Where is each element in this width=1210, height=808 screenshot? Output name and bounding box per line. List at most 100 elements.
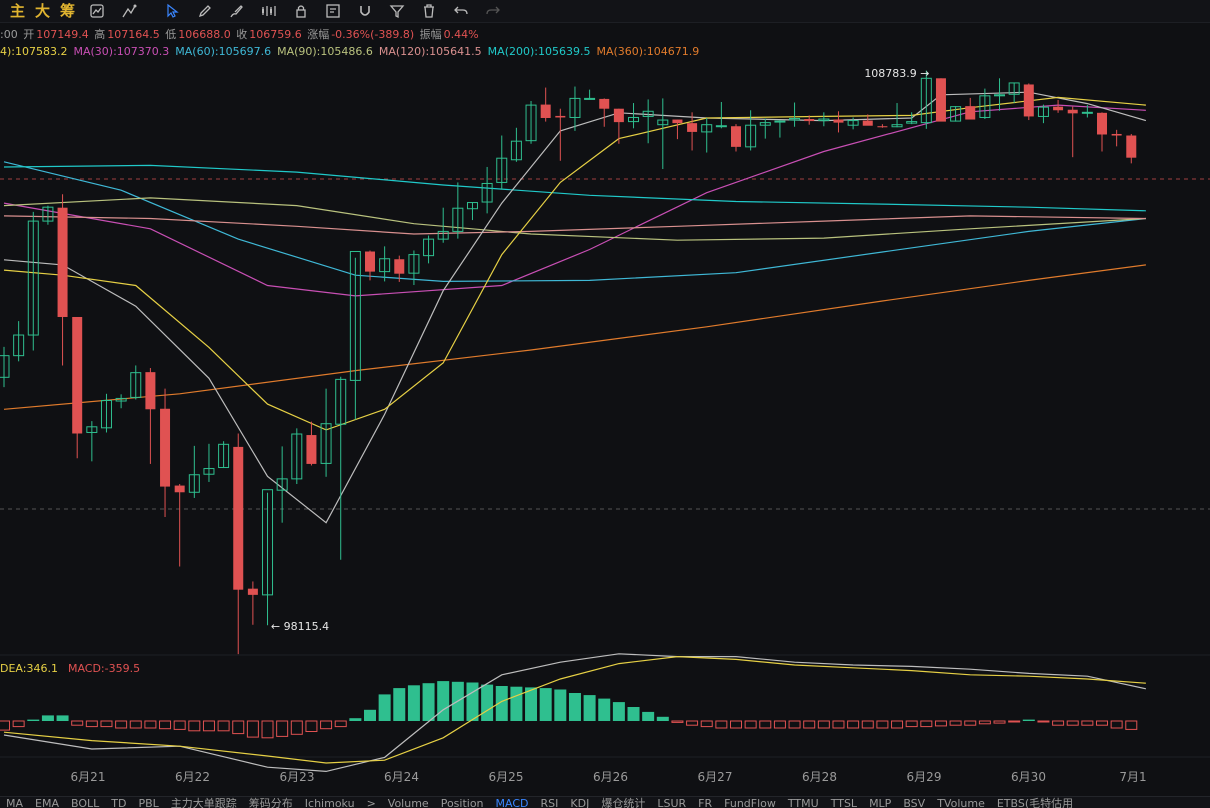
x-tick-label: 6月30 <box>1011 770 1046 784</box>
high-price-label: 108783.9 → <box>864 67 929 80</box>
macd-bar <box>686 720 699 726</box>
indicator-tab-bar: MA EMA BOLL TD PBL 主力大单跟踪 筹码分布 Ichimoku > Volume P… <box>0 796 1210 808</box>
macd-bar <box>642 711 655 721</box>
macd-bar <box>1066 720 1079 726</box>
macd-bar <box>1052 720 1065 726</box>
macd-bar <box>891 720 904 729</box>
macd-bar <box>1081 720 1094 726</box>
macd-bar <box>773 720 786 729</box>
macd-bar <box>0 720 10 731</box>
macd-bar <box>554 689 567 721</box>
macd-bar <box>407 685 420 721</box>
macd-bar <box>832 720 845 729</box>
candle-body <box>687 123 698 132</box>
macd-bar <box>129 720 142 729</box>
macd-bar <box>100 720 113 728</box>
macd-bar <box>393 688 406 721</box>
x-tick-label: 6月28 <box>802 770 837 784</box>
macd-bar <box>861 720 874 729</box>
candle-body <box>1081 111 1093 114</box>
macd-bar <box>920 720 933 728</box>
macd-bar <box>246 720 259 738</box>
macd-bar <box>905 720 918 728</box>
candle-body <box>555 115 566 118</box>
macd-bar <box>847 720 860 729</box>
macd-bar <box>671 720 684 723</box>
candle-body <box>1111 133 1122 136</box>
macd-bar <box>261 720 274 739</box>
macd-bar <box>41 715 54 721</box>
macd-bar <box>276 720 289 737</box>
macd-bar <box>320 720 333 730</box>
ma-line <box>3 104 1146 297</box>
macd-bar <box>115 720 128 729</box>
candle-body <box>613 108 624 123</box>
macd-bar <box>539 688 552 721</box>
macd-bar <box>27 719 40 721</box>
x-tick-label: 6月26 <box>593 770 628 784</box>
macd-bar <box>12 720 25 728</box>
macd-bar <box>437 681 450 721</box>
ma-line <box>3 161 1146 283</box>
macd-bar <box>759 720 772 729</box>
macd-bar <box>364 709 376 721</box>
candle-body <box>306 435 317 464</box>
x-tick-label: 6月24 <box>384 770 419 784</box>
macd-bar <box>876 720 889 729</box>
macd-bar <box>217 720 230 732</box>
macd-bar <box>1125 720 1138 730</box>
macd-bar <box>978 720 991 725</box>
candle-body <box>715 125 727 128</box>
macd-bar <box>1096 720 1108 726</box>
macd-bar <box>1110 720 1123 729</box>
macd-bar <box>656 716 669 721</box>
candle-body <box>833 119 844 123</box>
macd-bar <box>1008 720 1021 723</box>
ma-line <box>3 264 1146 410</box>
macd-bar <box>71 720 84 726</box>
candle-body <box>365 251 375 272</box>
macd-bar <box>510 686 523 721</box>
candle-body <box>174 485 185 493</box>
candle-body <box>1053 106 1064 111</box>
candle-body <box>1023 84 1034 117</box>
macd-bar <box>1037 720 1050 723</box>
candle-body <box>731 126 741 147</box>
x-tick-label: 6月21 <box>71 770 106 784</box>
candlestick-chart[interactable]: 108783.9 → ← 98115.4 6月21 6月22 6月23 6月24 6月25 6… <box>0 0 1210 807</box>
macd-bar <box>56 715 69 721</box>
macd-bar <box>466 682 479 721</box>
macd-bar <box>700 720 713 728</box>
macd-bar <box>744 720 757 729</box>
candle-body <box>774 120 786 123</box>
candle-body <box>1126 135 1137 158</box>
x-tick-label: 6月27 <box>698 770 733 784</box>
candle-body <box>57 207 68 317</box>
candle-body <box>862 120 873 126</box>
candle-body <box>1067 109 1078 114</box>
macd-bar <box>627 707 640 721</box>
candle-body <box>160 408 171 487</box>
macd-bar <box>232 720 245 735</box>
candle-body <box>804 119 815 122</box>
macd-bar <box>949 720 962 726</box>
macd-bar <box>817 720 830 729</box>
macd-bar <box>612 702 625 721</box>
macd-bar <box>422 683 435 721</box>
candle-body <box>599 98 610 109</box>
candle-body <box>72 316 83 434</box>
x-tick-label: 6月22 <box>175 770 210 784</box>
ma-line <box>3 197 1146 241</box>
candle-body <box>145 372 156 410</box>
candle-body <box>965 106 976 120</box>
candle-body <box>1097 112 1107 135</box>
candle-body <box>672 119 683 124</box>
ma-line <box>3 164 1146 212</box>
macd-bar <box>349 718 362 721</box>
candle-body <box>540 104 551 118</box>
macd-bar <box>144 720 157 729</box>
macd-bar <box>583 695 596 721</box>
ma-line <box>3 96 1146 431</box>
macd-bar <box>290 720 303 735</box>
macd-bar <box>173 720 186 730</box>
